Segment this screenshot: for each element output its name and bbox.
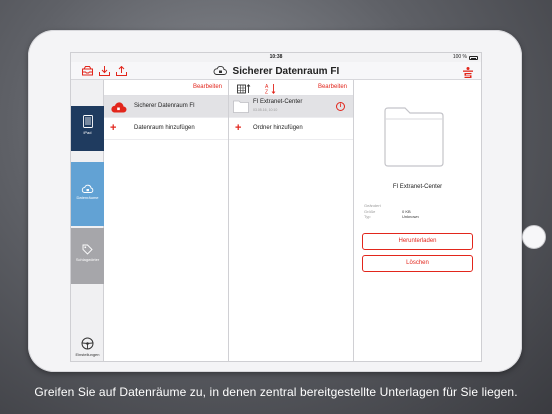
steering-wheel-icon [81,337,94,350]
meta-row: Typ Unknown [364,214,419,220]
meta-key: Größe [364,208,376,214]
sidebar-item-label: Einstellungen [75,352,100,357]
folder-date: 03.05.16, 10:10 [253,108,278,112]
plus-icon: + [235,122,242,134]
page-title: Sicherer Datenraum FI [71,65,481,78]
sidebar-item-einstellungen[interactable]: Einstellungen [71,335,104,361]
main-content: iPad Datenräume Schlagwörter Einstellung… [71,80,481,361]
grid-sort-icon[interactable] [237,83,251,96]
info-icon[interactable]: i [336,102,345,111]
edit-button[interactable]: Bearbeiten [318,84,347,90]
download-button[interactable]: Herunterladen [362,233,473,250]
folder-icon [233,99,249,115]
folder-name: FI Extranet-Center [253,99,303,105]
sidebar-item-label: Datenräume [76,195,99,200]
folder-list: AZ Bearbeiten FI Extranet-Center 03.05.1… [229,80,354,361]
sidebar: iPad Datenräume Schlagwörter Einstellung… [71,80,104,361]
battery-percent: 100 % [452,54,467,60]
page-title-text: Sicherer Datenraum FI [232,66,340,78]
app-screen: 10:38 100 % Sicherer Datenraum FI iPad D… [70,52,482,362]
meta-key: Typ [364,214,371,219]
svg-text:Z: Z [265,90,268,95]
status-time: 10:38 [269,54,283,60]
tablet-icon [82,115,93,128]
sparkasse-logo-icon [463,65,473,78]
cloud-lock-icon [110,101,127,115]
status-bar: 10:38 100 % [71,53,481,62]
alpha-sort-icon[interactable]: AZ [265,83,277,96]
navigation-bar: Sicherer Datenraum FI [71,62,481,80]
sidebar-item-datenraeume[interactable]: Datenräume [71,162,104,226]
sidebar-item-label: iPad [83,130,92,135]
folder-list-header: AZ Bearbeiten [229,80,353,96]
list-item[interactable]: + Datenraum hinzufügen [104,118,228,140]
tag-icon [82,244,93,255]
list-item-label: Datenraum hinzufügen [134,125,195,131]
detail-pane: FI Extranet-Center Geändert Größe 0 KB T… [354,80,481,361]
cloud-lock-icon [213,65,227,78]
edit-button[interactable]: Bearbeiten [193,84,222,90]
list-item[interactable]: Sicherer Datenraum FI [104,96,228,118]
meta-key: Geändert [364,203,381,208]
folder-row[interactable]: FI Extranet-Center 03.05.16, 10:10 i [229,96,353,118]
datenraum-list: Bearbeiten Sicherer Datenraum FI + Daten… [104,80,229,361]
datenraum-list-header: Bearbeiten [104,80,228,96]
sidebar-item-label: Schlagwörter [75,257,100,262]
sidebar-item-ipad[interactable]: iPad [71,106,104,151]
home-button[interactable] [522,225,546,249]
list-item-label: Sicherer Datenraum FI [134,103,195,109]
sidebar-item-schlagwoerter[interactable]: Schlagwörter [71,228,104,284]
sort-tools: AZ [237,83,277,96]
cloud-lock-icon [81,184,94,193]
plus-icon: + [110,122,117,134]
delete-button[interactable]: Löschen [362,255,473,272]
list-item[interactable]: + Ordner hinzufügen [229,118,353,140]
caption-text: Greifen Sie auf Datenräume zu, in denen … [34,385,518,399]
folder-icon [384,107,444,172]
battery-icon [469,56,478,60]
list-item-label: Ordner hinzufügen [253,125,303,131]
meta-value: Unknown [402,214,419,219]
detail-title: FI Extranet-Center [392,184,443,190]
detail-meta: Geändert Größe 0 KB Typ Unknown [364,203,419,220]
